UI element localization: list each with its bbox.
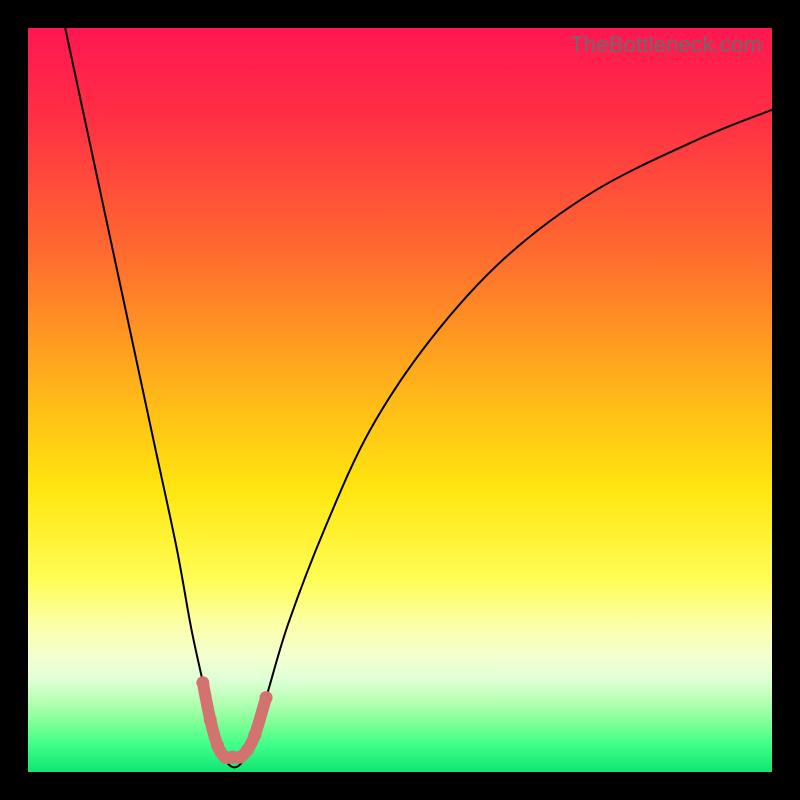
highlight-dot [204, 713, 217, 726]
watermark-text: TheBottleneck.com [570, 32, 762, 58]
highlight-dot [211, 739, 224, 752]
highlight-dot [260, 691, 273, 704]
series-bottleneck-curve [65, 28, 772, 767]
curves-layer [28, 28, 772, 772]
chart-frame: TheBottleneck.com [0, 0, 800, 800]
highlight-dot [241, 743, 254, 756]
highlight-dot [248, 728, 261, 741]
highlight-dot [196, 676, 209, 689]
plot-area: TheBottleneck.com [28, 28, 772, 772]
